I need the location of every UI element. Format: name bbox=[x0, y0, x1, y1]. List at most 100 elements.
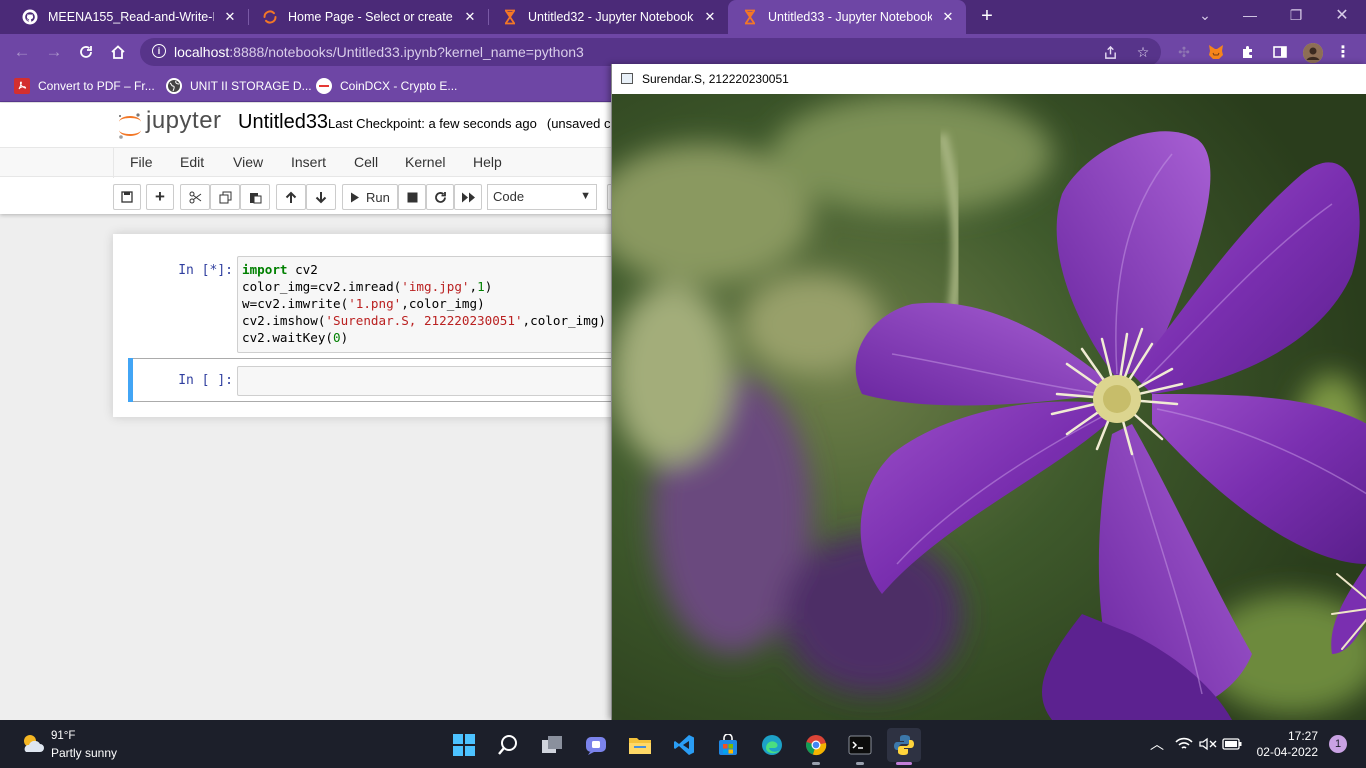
checkpoint-status: Last Checkpoint: a few seconds ago (unsav… bbox=[328, 116, 611, 131]
menu-view[interactable]: View bbox=[233, 154, 263, 170]
bookmark-label: UNIT II STORAGE D... bbox=[190, 79, 312, 93]
restart-icon bbox=[434, 191, 446, 203]
task-view-icon[interactable] bbox=[535, 728, 569, 762]
bookmark-coindcx[interactable]: CoinDCX - Crypto E... bbox=[316, 76, 457, 96]
menu-file[interactable]: File bbox=[130, 154, 153, 170]
pdf-icon bbox=[14, 78, 30, 94]
microsoft-store-icon[interactable] bbox=[711, 728, 745, 762]
cut-button[interactable] bbox=[180, 184, 210, 210]
opencv-image-window[interactable]: Surendar.S, 212220230051 bbox=[611, 64, 1366, 720]
windows-start-icon[interactable] bbox=[447, 728, 481, 762]
copy-button[interactable] bbox=[210, 184, 240, 210]
partly-sunny-icon[interactable] bbox=[20, 732, 46, 756]
move-down-button[interactable] bbox=[306, 184, 336, 210]
bookmark-unit-ii-storage[interactable]: UNIT II STORAGE D... bbox=[166, 76, 312, 96]
hourglass-icon bbox=[502, 9, 518, 25]
play-icon bbox=[351, 192, 359, 202]
jupyter-spinner-icon bbox=[262, 9, 278, 25]
close-icon[interactable]: ✕ bbox=[940, 9, 956, 25]
jupyter-logo-icon bbox=[119, 113, 141, 139]
search-icon[interactable] bbox=[491, 728, 525, 762]
close-icon[interactable]: ✕ bbox=[222, 9, 238, 25]
flower-image bbox=[612, 94, 1366, 720]
forward-icon[interactable]: → bbox=[41, 39, 67, 65]
chevron-down-icon: ▼ bbox=[580, 190, 591, 202]
run-label: Run bbox=[366, 189, 390, 205]
notebook-name[interactable]: Untitled33 bbox=[238, 111, 328, 134]
close-icon[interactable]: ✕ bbox=[462, 9, 478, 25]
fast-forward-icon bbox=[461, 192, 475, 202]
tab-github[interactable]: MEENA155_Read-and-Write-Ima ✕ bbox=[8, 0, 248, 34]
window-close-icon[interactable]: ✕ bbox=[1320, 0, 1364, 30]
bookmark-convert-pdf[interactable]: Convert to PDF – Fr... bbox=[14, 76, 155, 96]
url-text: localhost:8888/notebooks/Untitled33.ipyn… bbox=[174, 44, 584, 60]
chrome-icon[interactable] bbox=[799, 728, 833, 765]
running-indicator bbox=[812, 762, 820, 765]
new-tab-button[interactable]: + bbox=[976, 5, 998, 27]
bookmark-label: Convert to PDF – Fr... bbox=[38, 79, 155, 93]
cell-prompt: In [ ]: bbox=[178, 373, 233, 388]
cell-type-value: Code bbox=[493, 189, 525, 204]
github-icon bbox=[22, 9, 38, 25]
insert-cell-button[interactable]: + bbox=[146, 184, 174, 210]
menu-help[interactable]: Help bbox=[473, 154, 502, 170]
weather-temperature[interactable]: 91°F bbox=[51, 730, 75, 742]
bookmark-star-icon[interactable]: ☆ bbox=[1135, 44, 1151, 60]
tab-title: Home Page - Select or create a n bbox=[288, 10, 454, 24]
paste-button[interactable] bbox=[240, 184, 270, 210]
hourglass-icon bbox=[742, 9, 758, 25]
menu-cell[interactable]: Cell bbox=[354, 154, 378, 170]
battery-icon[interactable] bbox=[1222, 734, 1242, 754]
file-explorer-icon[interactable] bbox=[623, 728, 657, 762]
share-icon[interactable] bbox=[1102, 44, 1118, 60]
chevron-up-icon[interactable]: ︿ bbox=[1147, 734, 1167, 754]
chrome-menu-icon[interactable]: ⋮ bbox=[1334, 43, 1352, 61]
side-panel-icon[interactable] bbox=[1271, 43, 1289, 61]
tab-jupyter-home[interactable]: Home Page - Select or create a n ✕ bbox=[248, 0, 488, 34]
window-app-icon bbox=[621, 73, 633, 84]
edge-icon[interactable] bbox=[755, 728, 789, 762]
tab-title: MEENA155_Read-and-Write-Ima bbox=[48, 10, 214, 24]
minimize-icon[interactable]: — bbox=[1228, 0, 1272, 30]
reload-icon[interactable] bbox=[73, 39, 99, 65]
menu-insert[interactable]: Insert bbox=[291, 154, 326, 170]
extension-disabled-icon[interactable]: ✣ bbox=[1175, 43, 1193, 61]
terminal-icon[interactable] bbox=[843, 728, 877, 765]
restart-button[interactable] bbox=[426, 184, 454, 210]
opencv-titlebar[interactable]: Surendar.S, 212220230051 bbox=[612, 64, 1366, 94]
menu-edit[interactable]: Edit bbox=[180, 154, 204, 170]
notification-badge[interactable]: 1 bbox=[1329, 735, 1347, 753]
extensions-puzzle-icon[interactable] bbox=[1239, 43, 1257, 61]
clock-date[interactable]: 02-04-2022 bbox=[1257, 745, 1318, 759]
restore-icon[interactable]: ❐ bbox=[1274, 0, 1318, 30]
cell-type-select[interactable]: Code ▼ bbox=[487, 184, 597, 210]
tab-untitled32[interactable]: Untitled32 - Jupyter Notebook ✕ bbox=[488, 0, 728, 34]
address-bar[interactable]: i localhost:8888/notebooks/Untitled33.ip… bbox=[140, 38, 1161, 66]
site-info-icon[interactable]: i bbox=[152, 44, 166, 58]
save-button[interactable] bbox=[113, 184, 141, 210]
home-icon[interactable] bbox=[105, 39, 131, 65]
running-indicator bbox=[856, 762, 864, 765]
teams-chat-icon[interactable] bbox=[579, 728, 613, 762]
back-icon[interactable]: ← bbox=[9, 39, 35, 65]
metamask-icon[interactable] bbox=[1207, 43, 1225, 61]
vscode-icon[interactable] bbox=[667, 728, 701, 762]
python-icon[interactable] bbox=[887, 728, 921, 765]
profile-avatar[interactable] bbox=[1303, 43, 1323, 63]
volume-muted-icon[interactable] bbox=[1198, 734, 1218, 754]
clock-time[interactable]: 17:27 bbox=[1288, 729, 1318, 743]
tab-search-icon[interactable]: ⌄ bbox=[1183, 0, 1227, 30]
arrow-down-icon bbox=[315, 191, 327, 203]
interrupt-button[interactable] bbox=[398, 184, 426, 210]
move-up-button[interactable] bbox=[276, 184, 306, 210]
restart-run-all-button[interactable] bbox=[454, 184, 482, 210]
jupyter-logo-text: jupyter bbox=[146, 107, 222, 134]
run-button[interactable]: Run bbox=[342, 184, 398, 210]
scissors-icon bbox=[189, 191, 201, 203]
menu-kernel[interactable]: Kernel bbox=[405, 154, 445, 170]
close-icon[interactable]: ✕ bbox=[702, 9, 718, 25]
tab-title: Untitled33 - Jupyter Notebook bbox=[768, 10, 932, 24]
wifi-icon[interactable] bbox=[1174, 734, 1194, 754]
weather-description[interactable]: Partly sunny bbox=[51, 746, 117, 760]
tab-untitled33[interactable]: Untitled33 - Jupyter Notebook ✕ bbox=[728, 0, 966, 34]
